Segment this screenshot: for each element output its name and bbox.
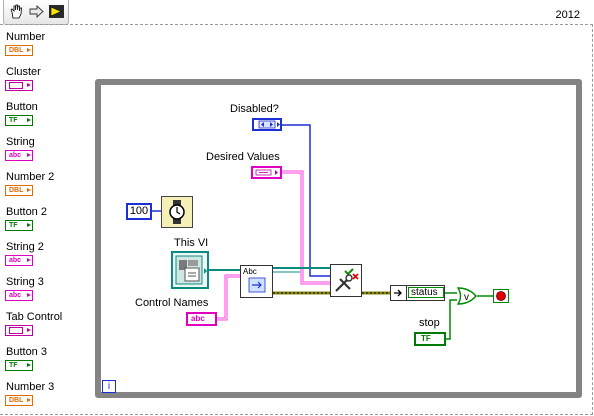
status-element: status [408,287,444,298]
this-vi-reference[interactable] [171,251,209,289]
iteration-terminal: i [102,380,116,393]
vi-reference-icon [175,255,207,285]
or-gate[interactable]: v [457,286,477,306]
this-vi-label: This VI [174,237,209,249]
stop-sign-icon [496,291,506,301]
wait-ms-node[interactable] [161,196,193,228]
string-subvi-node[interactable]: Abc [240,265,273,298]
stop-label: stop [419,317,440,329]
watch-icon [169,200,185,224]
unbundle-status-node[interactable]: status [390,285,445,301]
svg-text:v: v [464,292,469,303]
set-control-values-node[interactable] [330,264,362,297]
stop-condition-terminal[interactable] [493,289,509,303]
stop-button-terminal[interactable]: TF [414,332,446,346]
arrow-in-icon [248,277,266,293]
arrow-icon [391,286,407,300]
or-gate-icon: v [457,287,477,305]
wait-wire [152,210,161,212]
tools-icon [335,268,359,292]
control-names-label: Control Names [135,297,209,309]
control-names-terminal[interactable]: abc [186,312,217,326]
